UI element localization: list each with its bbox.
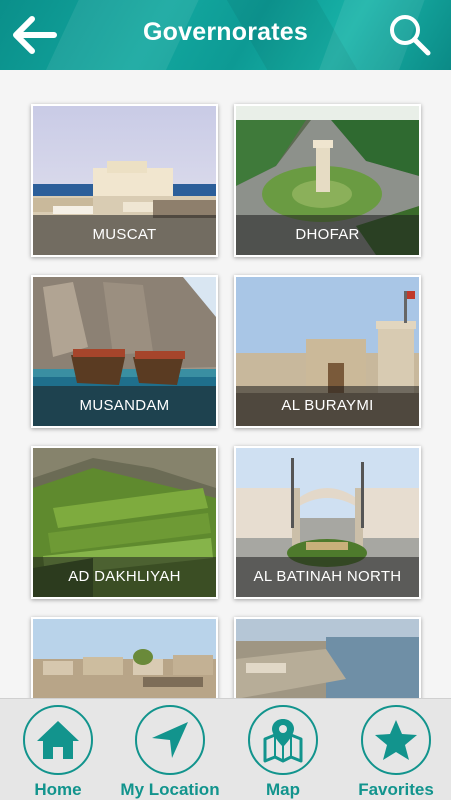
home-icon [37, 721, 79, 759]
app-header: Governorates [0, 0, 451, 70]
governorate-label: AD DAKHLIYAH [33, 557, 216, 597]
nav-item-map[interactable]: Map [228, 705, 338, 800]
nav-label: Favorites [358, 780, 434, 799]
governorate-tile-musandam[interactable]: MUSANDAM [31, 275, 218, 428]
governorate-label: AL BURAYMI [236, 386, 419, 426]
star-icon [375, 720, 417, 760]
search-icon [390, 15, 431, 56]
governorate-tile-muscat[interactable]: MUSCAT [31, 104, 218, 257]
nav-item-my-location[interactable]: My Location [115, 705, 225, 800]
governorate-label: AL BATINAH NORTH [236, 557, 419, 597]
governorate-tile-al-batinah-north[interactable]: AL BATINAH NORTH [234, 446, 421, 599]
bottom-navigation: Home My Location Map Favorites [0, 698, 451, 800]
governorate-label: DHOFAR [236, 215, 419, 255]
nav-icon-circle [361, 705, 431, 775]
governorate-label: MUSANDAM [33, 386, 216, 426]
nav-label: Map [266, 780, 300, 799]
location-arrow-icon [152, 722, 188, 758]
map-icon [263, 719, 303, 763]
governorate-tile-dhofar[interactable]: DHOFAR [234, 104, 421, 257]
governorate-tile-ad-dakhliyah[interactable]: AD DAKHLIYAH [31, 446, 218, 599]
search-button[interactable] [385, 10, 435, 60]
governorate-photo [236, 619, 419, 698]
nav-item-favorites[interactable]: Favorites [341, 705, 451, 800]
governorate-photo [33, 619, 216, 698]
governorate-tile[interactable] [234, 617, 421, 698]
nav-icon-circle [248, 705, 318, 775]
page-title: Governorates [143, 18, 308, 46]
nav-icon-circle [23, 705, 93, 775]
nav-icon-circle [135, 705, 205, 775]
governorate-label: MUSCAT [33, 215, 216, 255]
governorates-grid: MUSCAT DHOFAR MUSANDAM AL BURAYMI AD DAK… [0, 70, 451, 698]
nav-item-home[interactable]: Home [3, 705, 113, 800]
governorate-tile-al-buraymi[interactable]: AL BURAYMI [234, 275, 421, 428]
governorate-tile[interactable] [31, 617, 218, 698]
nav-label: My Location [120, 780, 220, 799]
